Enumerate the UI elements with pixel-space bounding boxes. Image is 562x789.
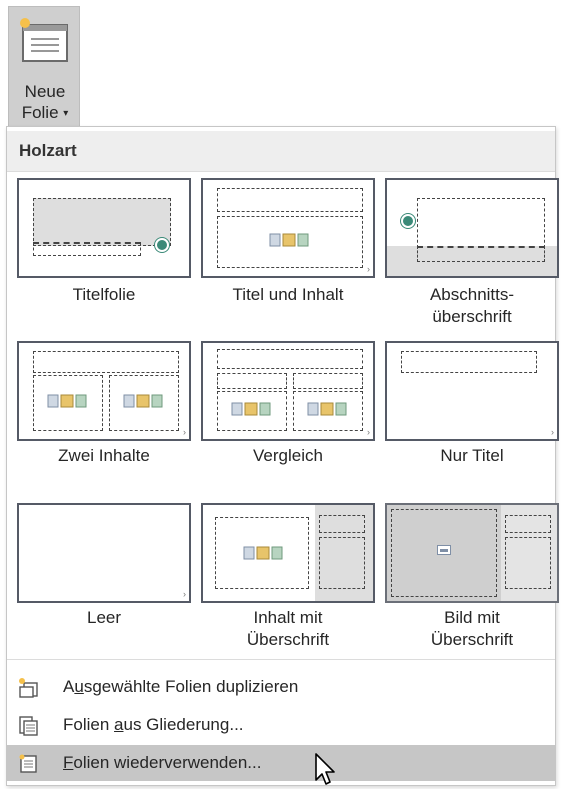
slides-from-outline-item[interactable]: Folien aus Gliederung... [7, 707, 555, 743]
layout-tile-nur-titel[interactable]: › [385, 341, 559, 441]
layout-label-bild-mit-ueberschrift: Bild mit Überschrift [430, 608, 514, 649]
content-placeholder-icon [231, 402, 271, 416]
accent-dot-icon [401, 214, 415, 228]
layout-tile-abschnittsueberschrift[interactable] [385, 178, 559, 278]
layout-tile-titel-und-inhalt[interactable]: › [201, 178, 375, 278]
corner-mark-icon: › [367, 264, 370, 274]
reuse-slides-icon [19, 754, 37, 773]
layout-label-inhalt-mit-ueberschrift: Inhalt mit Überschrift [246, 608, 330, 649]
layout-label-vergleich: Vergleich [253, 446, 323, 465]
chevron-down-icon: ▾ [63, 108, 69, 119]
corner-mark-icon: › [183, 589, 186, 599]
mouse-pointer-icon [315, 753, 335, 785]
new-slide-dropdown: Holzart Titelfolie › Titel und Inhalt Ab… [6, 126, 559, 786]
new-slide-icon [20, 18, 68, 62]
duplicate-slides-label: Ausgewählte Folien duplizieren [63, 677, 299, 696]
duplicate-slides-icon [19, 678, 38, 698]
theme-section-header: Holzart [7, 131, 555, 172]
corner-mark-icon: › [551, 427, 554, 437]
content-placeholder-icon [269, 233, 309, 247]
slides-from-outline-icon [19, 716, 38, 736]
layout-label-titelfolie: Titelfolie [72, 285, 136, 304]
ribbon-area [0, 0, 562, 126]
layout-label-zwei-inhalte: Zwei Inhalte [58, 446, 150, 465]
reuse-slides-label: Folien wiederverwenden... [63, 753, 262, 772]
picture-placeholder-icon [437, 545, 451, 555]
layout-tile-vergleich[interactable]: › [201, 341, 375, 441]
layout-tile-bild-mit-ueberschrift[interactable] [385, 503, 559, 603]
content-placeholder-icon [307, 402, 347, 416]
layout-label-nur-titel: Nur Titel [440, 446, 504, 465]
content-placeholder-icon [47, 394, 87, 408]
content-placeholder-icon [123, 394, 163, 408]
layout-tile-zwei-inhalte[interactable]: › [17, 341, 191, 441]
new-slide-button[interactable]: Neue Folie ▾ [8, 6, 80, 128]
slides-from-outline-label: Folien aus Gliederung... [63, 715, 244, 734]
reuse-slides-item[interactable]: Folien wiederverwenden... [7, 745, 555, 781]
content-placeholder-icon [243, 546, 283, 560]
layout-tile-inhalt-mit-ueberschrift[interactable] [201, 503, 375, 603]
corner-mark-icon: › [367, 427, 370, 437]
layout-label-titel-und-inhalt: Titel und Inhalt [232, 285, 344, 304]
layout-label-leer: Leer [86, 608, 122, 627]
new-slide-label: Neue Folie ▾ [21, 82, 69, 122]
layout-tile-titelfolie[interactable] [17, 178, 191, 278]
menu-divider [7, 659, 555, 660]
duplicate-slides-item[interactable]: Ausgewählte Folien duplizieren [7, 669, 555, 705]
layout-label-abschnittsueberschrift: Abschnitts- überschrift [429, 285, 515, 326]
corner-mark-icon: › [183, 427, 186, 437]
layout-tile-leer[interactable]: › [17, 503, 191, 603]
accent-dot-icon [155, 238, 169, 252]
